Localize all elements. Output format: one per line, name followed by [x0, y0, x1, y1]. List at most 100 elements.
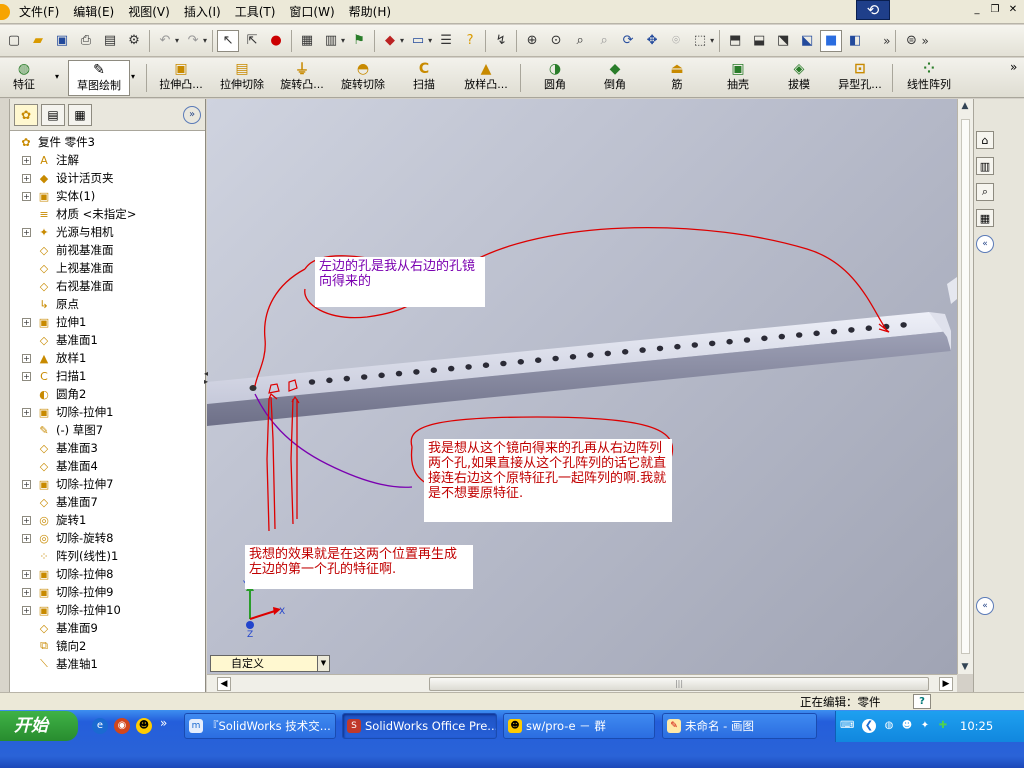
menu-insert[interactable]: 插入(I)	[177, 3, 228, 20]
expand-icon[interactable]: +	[22, 605, 31, 615]
menu-view[interactable]: 视图(V)	[121, 3, 177, 20]
open-folder-icon[interactable]: ▰	[27, 30, 49, 52]
revolve-cut-button[interactable]: ◓ 旋转切除	[337, 60, 389, 96]
collapse-task-pane-icon[interactable]: «	[976, 597, 994, 615]
horizontal-scrollbar[interactable]: ◀ ||| ▶	[207, 674, 957, 692]
expand-icon[interactable]: +	[22, 479, 31, 489]
tree-item[interactable]: ⁘ 阵列(线性)1	[10, 547, 205, 565]
select-other-icon[interactable]: ⇱	[241, 30, 263, 52]
taskbar-item-paint[interactable]: ✎ 未命名 - 画图	[662, 713, 817, 739]
wireframe-icon[interactable]: ⬒	[724, 30, 746, 52]
tree-item[interactable]: + ✦ 光源与相机	[10, 223, 205, 241]
list-icon[interactable]: ☰	[435, 30, 457, 52]
tree-item[interactable]: + ▣ 切除-拉伸1	[10, 403, 205, 421]
quicklaunch-overflow-icon[interactable]: »	[160, 716, 167, 730]
dropdown-arrow-icon[interactable]: ▼	[317, 656, 329, 671]
expand-icon[interactable]: +	[22, 569, 31, 579]
feature-manager-tab[interactable]: ✿	[14, 103, 38, 126]
close-button[interactable]: ✕	[1006, 3, 1020, 17]
firefox-quicklaunch-icon[interactable]: ◉	[114, 718, 130, 734]
chamfer-button[interactable]: ◆ 倒角	[598, 60, 632, 96]
expand-task-pane-icon[interactable]: «	[976, 235, 994, 253]
security-tray-icon[interactable]: ✚	[936, 719, 950, 733]
expand-icon[interactable]: +	[22, 353, 31, 363]
taskbar-item-solidworks[interactable]: S SolidWorks Office Pre...	[342, 713, 497, 739]
zoom-in-out-icon[interactable]: ⌕	[569, 30, 591, 52]
property-manager-tab[interactable]: ▤	[41, 103, 65, 126]
expand-icon[interactable]: +	[22, 191, 31, 201]
tray-expand-icon[interactable]: ❮	[862, 719, 876, 733]
features-dropdown-icon[interactable]: ▾	[55, 62, 65, 92]
print-icon[interactable]: ⎙	[75, 30, 97, 52]
sweep-button[interactable]: C 扫描	[404, 60, 444, 96]
tree-item[interactable]: + ▣ 切除-拉伸7	[10, 475, 205, 493]
tree-item[interactable]: + ◎ 旋转1	[10, 511, 205, 529]
start-button[interactable]: 开始	[0, 711, 78, 741]
revolve-boss-button[interactable]: ⏚ 旋转凸...	[276, 60, 328, 96]
view-layout-icon[interactable]: ▭	[407, 30, 429, 52]
draft-button[interactable]: ◈ 拔模	[782, 60, 816, 96]
taskbar-item-forum[interactable]: m 『SolidWorks 技术交...	[184, 713, 336, 739]
shell-button[interactable]: ▣ 抽壳	[720, 60, 756, 96]
messenger-tray-icon[interactable]: ✦	[918, 719, 932, 733]
hidden-lines-visible-icon[interactable]: ⬓	[748, 30, 770, 52]
qq-quicklaunch-icon[interactable]: ☻	[136, 718, 152, 734]
browser-quicklaunch-icon[interactable]: e	[92, 718, 108, 734]
new-file-icon[interactable]: ▢	[3, 30, 25, 52]
scroll-up-icon[interactable]: ▲	[958, 99, 972, 113]
menu-tools[interactable]: 工具(T)	[228, 3, 283, 20]
hidden-lines-removed-icon[interactable]: ⬔	[772, 30, 794, 52]
expand-icon[interactable]: +	[22, 587, 31, 597]
toolbar-overflow-icon[interactable]: »	[1010, 60, 1017, 74]
menu-file[interactable]: 文件(F)	[12, 3, 66, 20]
expand-icon[interactable]: +	[22, 173, 31, 183]
minimize-button[interactable]: _	[970, 3, 984, 17]
roll-view-icon[interactable]: ⌾	[665, 30, 687, 52]
shadow-icon[interactable]: ◧	[844, 30, 866, 52]
expand-icon[interactable]: +	[22, 155, 31, 165]
tree-item[interactable]: ◇ 基准面1	[10, 331, 205, 349]
features-tab[interactable]: ◍ 特征	[4, 60, 44, 96]
tree-item[interactable]: ↳ 原点	[10, 295, 205, 313]
fillet-button[interactable]: ◑ 圆角	[538, 60, 572, 96]
tree-item[interactable]: ◇ 右视基准面	[10, 277, 205, 295]
expand-icon[interactable]: +	[22, 317, 31, 327]
tree-item[interactable]: ⟍ 基准轴1	[10, 655, 205, 673]
zoom-fit-icon[interactable]: ⊕	[521, 30, 543, 52]
linear-pattern-button[interactable]: ⁘ 线性阵列	[902, 60, 956, 96]
tree-item[interactable]: + C 扫描1	[10, 367, 205, 385]
qq-tray-icon[interactable]: ☻	[900, 719, 914, 733]
view-orientation-dropdown[interactable]: 自定义 ▼	[210, 655, 330, 672]
tree-item[interactable]: ⧉ 镜向2	[10, 637, 205, 655]
tree-item[interactable]: ✎ (-) 草图7	[10, 421, 205, 439]
toolbar-overflow-icon[interactable]: »	[921, 34, 928, 48]
tree-item[interactable]: ◇ 前视基准面	[10, 241, 205, 259]
undo-icon[interactable]: ↶	[154, 30, 176, 52]
tree-item[interactable]: + ▣ 切除-拉伸9	[10, 583, 205, 601]
traffic-light-icon[interactable]: ●	[265, 30, 287, 52]
help-icon[interactable]: ?	[459, 30, 481, 52]
rotate-icon[interactable]: ⟳	[617, 30, 639, 52]
expand-panel-icon[interactable]: »	[183, 106, 201, 124]
menu-window[interactable]: 窗口(W)	[282, 3, 341, 20]
shaded-icon[interactable]: ■	[820, 29, 843, 52]
tree-item[interactable]: + ▣ 实体(1)	[10, 187, 205, 205]
sketch-icon[interactable]: ↯	[490, 30, 512, 52]
sketch-tab[interactable]: ✎ 草图绘制	[68, 60, 130, 96]
rib-button[interactable]: ⏏ 筋	[664, 60, 690, 96]
restore-button[interactable]: ❐	[988, 3, 1002, 17]
redo-icon[interactable]: ↷	[182, 30, 204, 52]
save-icon[interactable]: ▣	[51, 30, 73, 52]
expand-icon[interactable]: +	[22, 533, 31, 543]
options-icon[interactable]: ⚙	[123, 30, 145, 52]
tree-item[interactable]: ◇ 基准面7	[10, 493, 205, 511]
expand-icon[interactable]: +	[22, 371, 31, 381]
tree-item[interactable]: + ▲ 放样1	[10, 349, 205, 367]
hole-wizard-button[interactable]: ⊡ 异型孔...	[834, 60, 886, 96]
graphics-viewport[interactable]: Y X Z 左边的孔是我从右边的孔镜向得来的 我是想从这个镜向得来的孔再从右边阵…	[207, 99, 957, 674]
network-icon[interactable]: ◍	[882, 719, 896, 733]
grid-icon[interactable]: ▦	[296, 30, 318, 52]
help-icon[interactable]: ?	[913, 694, 931, 709]
tree-root[interactable]: ✿ 复件 零件3	[10, 133, 205, 151]
expand-icon[interactable]: +	[22, 515, 31, 525]
